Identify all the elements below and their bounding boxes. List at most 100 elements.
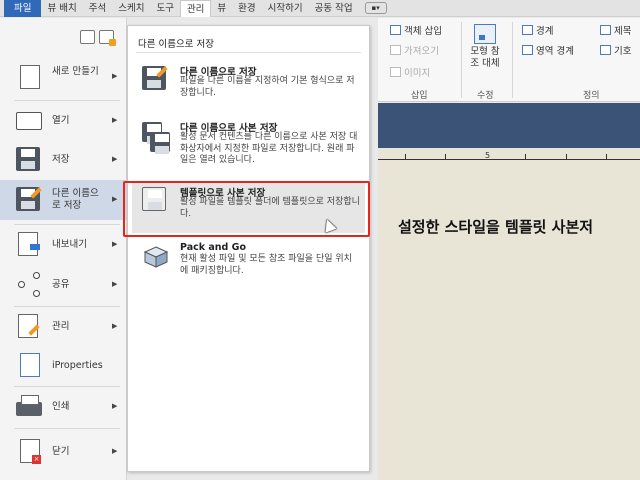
boundary-label: 경계 — [536, 26, 554, 37]
menu-item-label: 인쇄 — [52, 401, 70, 412]
ruler-tick — [566, 154, 567, 159]
chevron-right-icon: ▶ — [112, 195, 118, 203]
menu-item-label: 다른 이름으로 저장 — [52, 188, 99, 211]
chevron-right-icon: ▶ — [112, 240, 118, 248]
insert-group-label: 삽입 — [411, 91, 428, 101]
chevron-right-icon: ▶ — [112, 322, 118, 330]
chevron-right-icon: ▶ — [112, 280, 118, 288]
menu-item-export[interactable]: 내보내기 ▶ — [0, 226, 126, 264]
drawing-ruler: 5 — [378, 148, 640, 160]
object-insert-button[interactable]: 객체 삽입 — [390, 23, 442, 37]
recent-documents-icon[interactable] — [80, 30, 95, 44]
menu-item-label: iProperties — [52, 360, 103, 371]
ruler-number: 5 — [485, 151, 491, 160]
tab-sketch[interactable]: 스케치 — [112, 0, 150, 17]
menu-item-new[interactable]: 새로 만들기 ▶ — [0, 58, 126, 98]
symbol-label: 기호 — [614, 46, 632, 57]
option-save-copy-as[interactable]: 다른 이름으로 사본 저장 활성 문서 컨텐츠를 다른 이름으로 사본 저장 대… — [132, 118, 365, 174]
ruler-tick — [606, 154, 607, 159]
boundary-icon — [522, 25, 533, 35]
model-reference-icon — [474, 24, 496, 44]
tab-collaborate[interactable]: 공동 작업 — [309, 0, 359, 17]
chevron-right-icon: ▶ — [112, 402, 118, 410]
tab-manage[interactable]: 관리 — [179, 0, 212, 17]
chevron-right-icon: ▶ — [112, 447, 118, 455]
menu-item-label: 관리 — [52, 321, 70, 332]
menu-divider — [14, 306, 120, 307]
title-button[interactable]: 제목 — [600, 23, 631, 37]
menu-item-share[interactable]: 공유 ▶ — [0, 266, 126, 304]
menu-item-label: 새로 만들기 — [52, 66, 99, 77]
import-icon — [390, 45, 401, 55]
option-save-as[interactable]: 다른 이름으로 저장 파일을 다른 이름을 지정하여 기본 형식으로 저장합니다… — [132, 62, 365, 108]
symbol-button[interactable]: 기호 — [600, 43, 631, 57]
tab-tools[interactable]: 도구 — [150, 0, 179, 17]
menu-item-label: 열기 — [52, 115, 70, 126]
option-pack-and-go[interactable]: Pack and Go 현재 활성 파일 및 모든 참조 파일을 단일 위치에 … — [132, 240, 365, 284]
option-title: Pack and Go — [180, 242, 246, 253]
menu-item-print[interactable]: 인쇄 ▶ — [0, 388, 126, 426]
tab-file[interactable]: 파일 — [4, 0, 42, 17]
model-reference-label: 모형 참조 대체 — [470, 46, 500, 69]
ribbon-panel: 객체 삽입 가져오기 이미지 삽입 모형 참조 대체 수정 경계 영역 경계 제… — [378, 18, 640, 102]
drawing-canvas[interactable] — [378, 148, 640, 480]
tab-annotate[interactable]: 주석 — [83, 0, 112, 17]
graphics-window-header — [378, 103, 640, 148]
open-documents-icon[interactable] — [99, 30, 116, 46]
menu-item-iproperties[interactable]: iProperties — [0, 348, 126, 384]
image-button[interactable]: 이미지 — [390, 65, 430, 79]
tab-get-started[interactable]: 시작하기 — [262, 0, 309, 17]
save-as-submenu: 다른 이름으로 저장 다른 이름으로 저장 파일을 다른 이름을 지정하여 기본… — [127, 25, 370, 472]
chevron-right-icon: ▶ — [112, 155, 118, 163]
boundary-button[interactable]: 경계 — [522, 23, 553, 37]
model-reference-replace-button[interactable]: 모형 참조 대체 — [467, 24, 503, 70]
menu-item-open[interactable]: 열기 ▶ — [0, 102, 126, 140]
print-icon — [16, 394, 44, 420]
tab-environments[interactable]: 환경 — [232, 0, 261, 17]
submenu-title-divider — [136, 52, 361, 53]
menu-divider — [14, 224, 120, 225]
save-icon — [16, 147, 44, 173]
define-group-label: 정의 — [583, 91, 600, 101]
close-file-icon: × — [16, 439, 44, 465]
tutorial-caption: 설정한 스타일을 템플릿 사본저 — [398, 218, 594, 236]
ruler-tick — [405, 154, 406, 159]
menu-item-label: 내보내기 — [52, 239, 87, 250]
menu-item-manage[interactable]: 관리 ▶ — [0, 308, 126, 346]
menu-divider — [14, 100, 120, 101]
menu-item-label: 닫기 — [52, 446, 70, 457]
menu-divider — [14, 428, 120, 429]
tab-view[interactable]: 뷰 — [211, 0, 232, 17]
ribbon-tab-bar: 파일 뷰 배치 주석 스케치 도구 관리 뷰 환경 시작하기 공동 작업 ▪▾ — [0, 0, 640, 17]
menu-item-save[interactable]: 저장 ▶ — [0, 142, 126, 178]
image-label: 이미지 — [404, 68, 431, 79]
import-label: 가져오기 — [404, 46, 439, 57]
manage-icon — [16, 314, 44, 340]
pack-and-go-icon — [142, 244, 170, 274]
ruler-tick — [445, 154, 446, 159]
image-icon — [390, 67, 401, 77]
menu-divider — [14, 386, 120, 387]
menu-item-label: 공유 — [52, 279, 70, 290]
application-menu: 새로 만들기 ▶ 열기 ▶ 저장 ▶ 다른 이름으로 저장 ▶ 내보내기 ▶ 공… — [0, 18, 127, 480]
save-as-icon — [142, 66, 170, 96]
option-description: 현재 활성 파일 및 모든 참조 파일을 단일 위치에 패키징합니다. — [180, 254, 352, 276]
ribbon-options-icon[interactable]: ▪▾ — [364, 2, 387, 14]
symbol-icon — [600, 45, 611, 55]
iproperties-icon — [16, 353, 44, 379]
tab-view-layout[interactable]: 뷰 배치 — [41, 0, 82, 17]
region-boundary-button[interactable]: 영역 경계 — [522, 43, 574, 57]
ribbon-divider — [512, 22, 513, 98]
menu-item-label: 저장 — [52, 154, 70, 165]
option-description: 파일을 다른 이름을 지정하여 기본 형식으로 저장합니다. — [180, 76, 355, 98]
import-button[interactable]: 가져오기 — [390, 43, 439, 57]
ribbon-divider — [461, 22, 462, 98]
menu-item-close[interactable]: × 닫기 ▶ — [0, 432, 126, 472]
region-boundary-icon — [522, 45, 533, 55]
object-insert-label: 객체 삽입 — [404, 26, 442, 37]
option-description: 활성 문서 컨텐츠를 다른 이름으로 사본 저장 대화상자에서 지정한 파일로 … — [180, 132, 358, 165]
region-boundary-label: 영역 경계 — [536, 46, 574, 57]
title-label: 제목 — [614, 26, 632, 37]
export-icon — [16, 232, 44, 258]
menu-item-save-as[interactable]: 다른 이름으로 저장 ▶ — [0, 180, 126, 220]
